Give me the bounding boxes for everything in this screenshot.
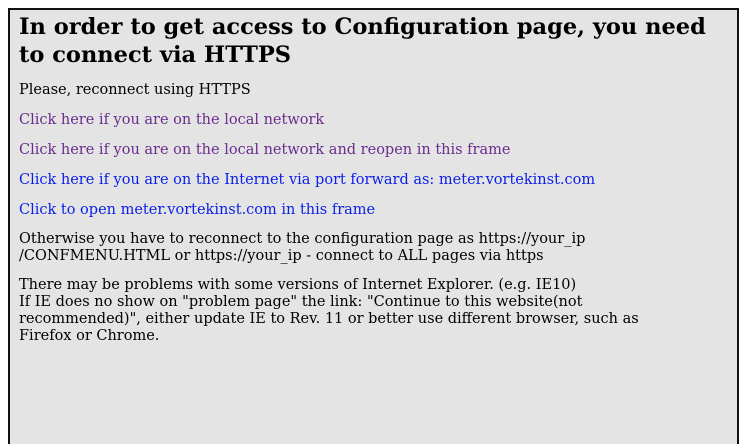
ie-note-line-1: There may be problems with some versions…	[19, 277, 577, 293]
page-title: In order to get access to Configuration …	[19, 13, 726, 69]
internet-port-forward-link[interactable]: Click here if you are on the Internet vi…	[19, 172, 595, 188]
otherwise-note: Otherwise you have to reconnect to the c…	[19, 231, 726, 265]
otherwise-note-line-2: /CONFMENU.HTML or https://your_ip - conn…	[19, 248, 544, 264]
ie-note-line-2: If IE does no show on "problem page" the…	[19, 294, 583, 310]
https-required-panel: In order to get access to Configuration …	[8, 8, 739, 444]
ie-compatibility-note: There may be problems with some versions…	[19, 277, 726, 345]
open-in-frame-link-row: Click to open meter.vortekinst.com in th…	[19, 201, 726, 219]
internet-port-forward-link-row: Click here if you are on the Internet vi…	[19, 171, 726, 189]
local-network-frame-link-row: Click here if you are on the local netwo…	[19, 141, 726, 159]
page-title-line-2: to connect via HTTPS	[19, 42, 292, 68]
local-network-frame-link[interactable]: Click here if you are on the local netwo…	[19, 142, 510, 158]
local-network-link-row: Click here if you are on the local netwo…	[19, 111, 726, 129]
local-network-link[interactable]: Click here if you are on the local netwo…	[19, 112, 324, 128]
open-in-frame-link[interactable]: Click to open meter.vortekinst.com in th…	[19, 202, 375, 218]
ie-note-line-3: recommended)", either update IE to Rev. …	[19, 311, 639, 327]
page-title-line-1: In order to get access to Configuration …	[19, 14, 706, 40]
reconnect-instruction: Please, reconnect using HTTPS	[19, 82, 251, 98]
otherwise-note-line-1: Otherwise you have to reconnect to the c…	[19, 231, 586, 247]
ie-note-line-4: Firefox or Chrome.	[19, 328, 160, 344]
